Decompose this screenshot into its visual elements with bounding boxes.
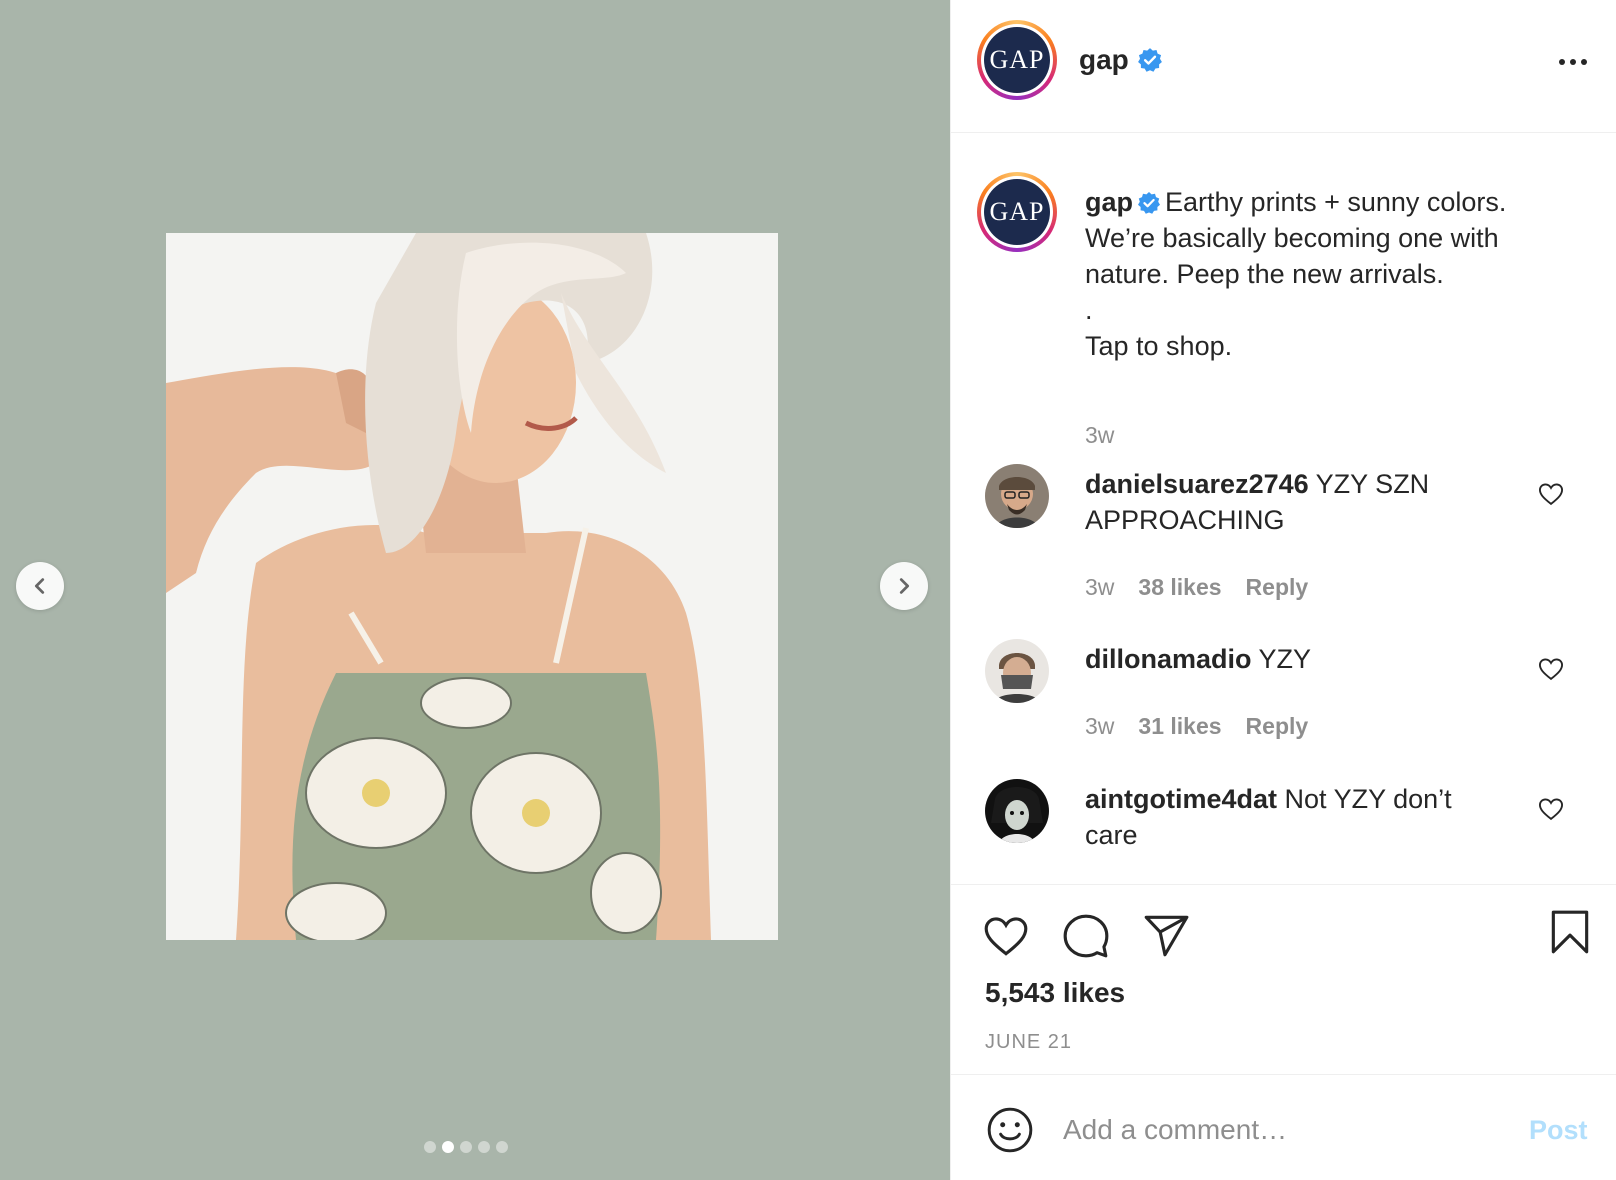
carousel-dot [478,1141,490,1153]
comment-bubble-icon [1063,914,1109,958]
previous-slide-button[interactable] [16,562,64,610]
carousel-dot [442,1141,454,1153]
heart-icon [1538,658,1564,681]
commenter-avatar[interactable] [985,464,1049,528]
reply-button[interactable]: Reply [1246,713,1309,740]
heart-icon [1538,483,1564,506]
carousel-indicator [424,1141,508,1153]
comment-like-button[interactable] [1537,655,1565,683]
next-slide-button[interactable] [880,562,928,610]
commenter-avatar[interactable] [985,779,1049,843]
post-details-panel: GAP gap GAP gap Earthy prints + sunny co… [950,0,1616,1180]
comment-input[interactable] [1063,1105,1483,1155]
caption-timestamp[interactable]: 3w [1085,422,1114,449]
caption-text: gap Earthy prints + sunny colors. We’re … [1085,184,1565,364]
comment-likes[interactable]: 31 likes [1138,713,1221,740]
emoji-icon [987,1107,1033,1153]
chevron-right-icon [899,578,910,594]
comment-like-button[interactable] [1537,795,1565,823]
heart-icon [984,917,1028,956]
post-header: GAP gap [951,0,1616,133]
add-comment-bar: Post [951,1074,1616,1180]
chevron-left-icon [34,578,45,594]
media-pane [0,0,950,1180]
caption-cta: Tap to shop. [1085,331,1233,361]
post-date[interactable]: JUNE 21 [985,1031,1072,1054]
comment-username[interactable]: dillonamadio [1085,644,1252,674]
emoji-button[interactable] [985,1105,1035,1155]
carousel-dot [424,1141,436,1153]
heart-icon [1538,798,1564,821]
post-photo[interactable] [166,233,778,940]
comment-text: aintgotime4dat Not YZY don’t care [1085,781,1505,853]
gap-logo: GAP [984,179,1050,245]
model-photo-illustration [166,233,778,940]
comment-username[interactable]: aintgotime4dat [1085,784,1277,814]
reply-button[interactable]: Reply [1246,574,1309,601]
verified-badge-icon [1137,48,1162,72]
comment-likes[interactable]: 38 likes [1138,574,1221,601]
like-button[interactable] [981,911,1031,961]
header-username-row: gap [1079,44,1163,76]
header-username[interactable]: gap [1079,44,1129,76]
comment-body: YZY [1258,644,1312,674]
comment-text: danielsuarez2746 YZY SZN APPROACHING [1085,466,1505,538]
comment-button[interactable] [1061,911,1111,961]
likes-count[interactable]: 5,543 likes [985,977,1125,1009]
caption-avatar[interactable]: GAP [977,172,1057,252]
more-options-icon[interactable] [1553,50,1593,74]
comment-text: dillonamadio YZY [1085,641,1505,677]
carousel-dot [460,1141,472,1153]
comment-meta: 3w 38 likes Reply [1085,574,1308,601]
share-button[interactable] [1141,911,1191,961]
profile-avatar[interactable]: GAP [977,20,1057,100]
carousel-dot [496,1141,508,1153]
caption-separator: . [1085,295,1093,325]
comment-meta: 3w 31 likes Reply [1085,713,1308,740]
verified-badge-icon [1138,192,1161,214]
comment-time[interactable]: 3w [1085,574,1114,601]
post-comment-button[interactable]: Post [1529,1115,1588,1146]
caption-username[interactable]: gap [1085,187,1133,217]
commenter-avatar[interactable] [985,639,1049,703]
comments-section: GAP gap Earthy prints + sunny colors. We… [951,134,1616,884]
instagram-post-view: GAP gap GAP gap Earthy prints + sunny co… [0,0,1616,1180]
paper-plane-icon [1144,915,1189,957]
post-actions: 5,543 likes JUNE 21 [951,884,1616,1074]
bookmark-icon [1551,910,1589,954]
gap-logo: GAP [984,27,1050,93]
comment-time[interactable]: 3w [1085,713,1114,740]
save-button[interactable] [1545,907,1595,957]
comment-like-button[interactable] [1537,480,1565,508]
comment-username[interactable]: danielsuarez2746 [1085,469,1309,499]
